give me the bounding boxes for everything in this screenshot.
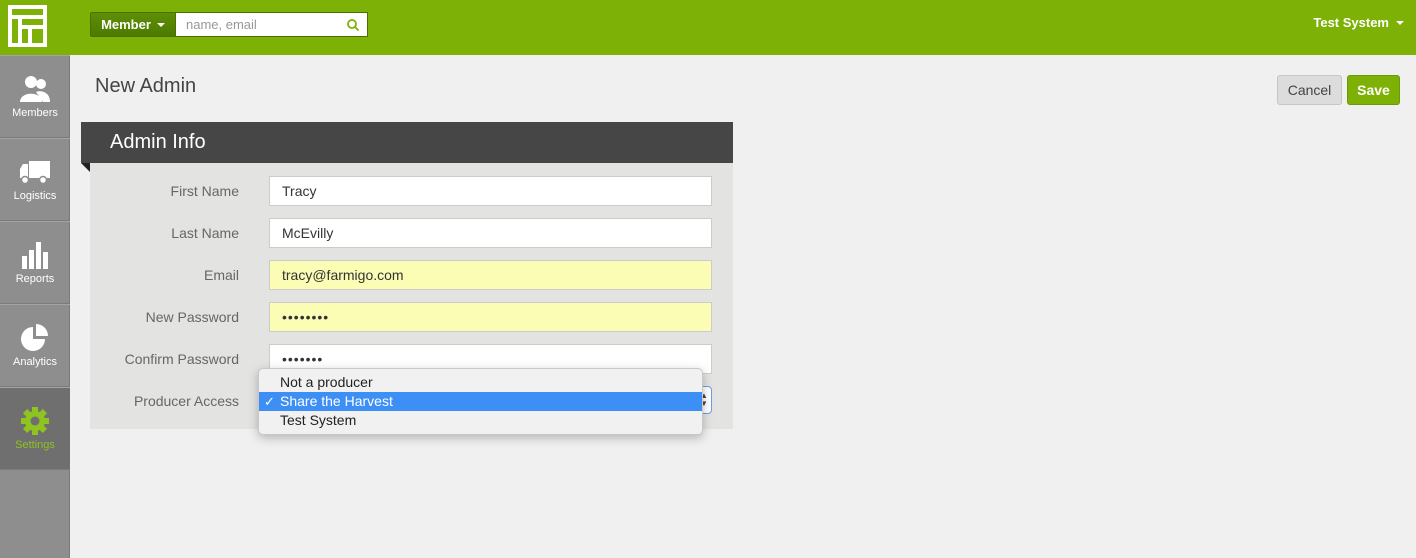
new-password-field[interactable]: ••••••••: [269, 302, 712, 332]
first-name-field[interactable]: Tracy: [269, 176, 712, 206]
members-icon: [20, 76, 50, 102]
sidebar-item-label: Analytics: [12, 356, 58, 368]
search-scope-label: Member: [101, 17, 151, 32]
sidebar-item-label: Reports: [15, 273, 55, 285]
last-name-field[interactable]: McEvilly: [269, 218, 712, 248]
dropdown-option[interactable]: Test System: [259, 411, 702, 430]
sidebar-item-logistics[interactable]: Logistics: [0, 138, 70, 221]
truck-icon: [20, 161, 50, 185]
field-label: Last Name: [171, 225, 239, 241]
pie-chart-icon: [21, 324, 48, 351]
sidebar-item-label: Members: [12, 107, 58, 119]
ribbon-fold: [81, 163, 90, 172]
option-label: Not a producer: [280, 374, 373, 390]
first-name-row: First Name Tracy: [90, 176, 733, 206]
last-name-row: Last Name McEvilly: [90, 218, 733, 248]
page-title: New Admin: [95, 75, 197, 97]
sidebar-item-members[interactable]: Members: [0, 55, 70, 138]
account-name: Test System: [1313, 15, 1389, 30]
cancel-button[interactable]: Cancel: [1277, 75, 1342, 105]
email-row: Email tracy@farmigo.com: [90, 260, 733, 290]
sidebar-item-label: Logistics: [13, 190, 57, 202]
sidebar-item-reports[interactable]: Reports: [0, 221, 70, 304]
bar-chart-icon: [22, 242, 48, 269]
checkmark-icon: ✓: [264, 394, 275, 409]
search-input[interactable]: [176, 13, 336, 36]
field-label: First Name: [170, 183, 239, 199]
search-scope-dropdown[interactable]: Member: [90, 12, 176, 37]
email-field[interactable]: tracy@farmigo.com: [269, 260, 712, 290]
dropdown-option[interactable]: Not a producer: [259, 373, 702, 392]
sidebar: Members Logistics Reports Analytics Sett…: [0, 55, 70, 558]
field-label: Email: [203, 267, 239, 283]
field-label: New Password: [145, 309, 239, 325]
account-menu[interactable]: Test System: [1313, 15, 1404, 30]
search-box: [176, 12, 368, 37]
member-search: Member: [90, 12, 368, 37]
farmigo-logo[interactable]: [8, 5, 47, 47]
sidebar-item-analytics[interactable]: Analytics: [0, 304, 70, 387]
field-label: Confirm Password: [124, 351, 239, 367]
chevron-down-icon: [156, 22, 165, 27]
sidebar-item-label: Settings: [15, 439, 55, 451]
new-password-row: New Password ••••••••: [90, 302, 733, 332]
gear-icon: [21, 407, 49, 435]
option-label: Share the Harvest: [280, 393, 393, 409]
section-title: Admin Info: [81, 122, 733, 163]
sidebar-item-settings[interactable]: Settings: [0, 387, 70, 470]
dropdown-option-selected[interactable]: ✓ Share the Harvest: [259, 392, 702, 411]
field-label: Producer Access: [133, 393, 239, 409]
chevron-down-icon: [1396, 20, 1404, 25]
save-button[interactable]: Save: [1347, 75, 1400, 105]
search-icon[interactable]: [346, 18, 360, 32]
producer-access-dropdown: Not a producer ✓ Share the Harvest Test …: [258, 368, 703, 435]
top-bar: Member Test System: [0, 0, 1416, 55]
option-label: Test System: [280, 412, 357, 428]
